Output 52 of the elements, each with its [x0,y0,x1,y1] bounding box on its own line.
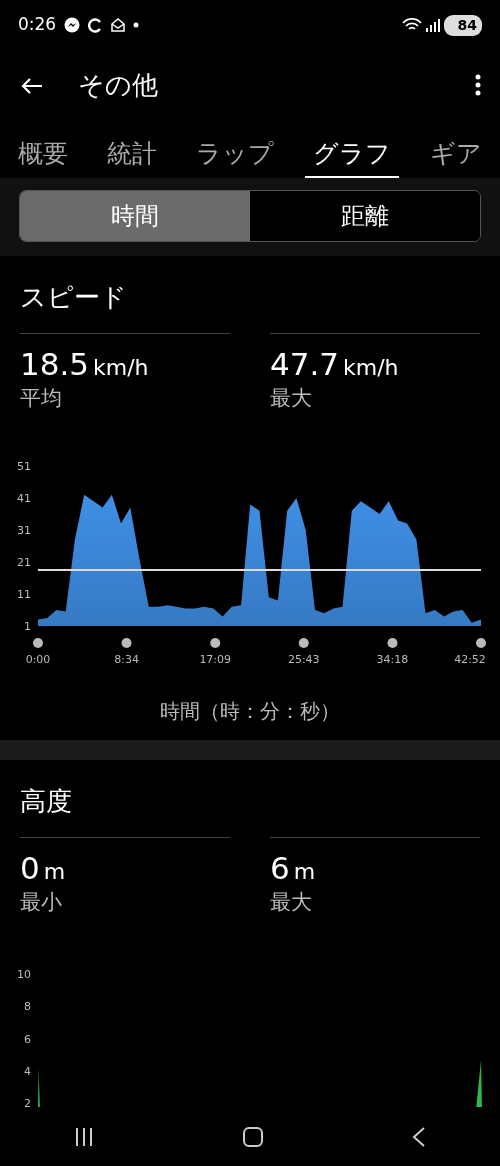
axis-label: 51 [17,459,31,473]
axis-label: 2 [24,1097,31,1111]
mail-icon [111,18,126,32]
back-icon[interactable] [411,1126,426,1147]
axis-label: 6 [24,1032,31,1046]
segment-button[interactable]: 時間 [20,191,250,241]
axis-dot [298,637,309,648]
axis-label: 10 [17,968,31,982]
axis-label: 11 [17,587,31,601]
axis-dot [121,637,132,648]
axis-label: 34:18 [376,652,409,666]
tab[interactable]: ギア [422,128,490,178]
axis-label: 1 [24,619,31,633]
dot-icon [133,22,140,28]
stat-value: 6 m [270,849,317,887]
stat-label: 最大 [270,385,313,413]
axis-dot [476,637,486,648]
back-icon[interactable] [20,75,44,96]
axis-label: 4 [24,1065,31,1079]
sync-icon [88,17,104,33]
home-icon[interactable] [243,1126,263,1147]
stat-label: 最大 [270,888,313,916]
axis-dot [210,637,221,648]
signal-icon [425,18,440,32]
axis-label: 42:52 [454,652,486,666]
axis-label: 8 [24,1000,31,1014]
axis-label: 25:43 [287,652,320,666]
axis-title: 時間（時：分：秒） [159,697,341,725]
stat-value: 47.7 km/h [270,346,400,384]
chat-icon [64,17,81,33]
stat-label: 最小 [20,888,63,916]
axis-label: 17:09 [199,652,232,666]
tab[interactable]: 統計 [99,128,165,178]
tab[interactable]: 概要 [10,128,76,178]
axis-dot [33,637,43,648]
axis-label: 41 [17,491,31,505]
stat-label: 平均 [20,385,63,413]
status-time: 0:26 [18,13,57,37]
screen-title: その他 [78,68,158,102]
tab[interactable]: ラップ [188,128,282,178]
recent-apps-icon[interactable] [74,1126,95,1147]
stat-value: 18.5 km/h [20,346,150,384]
section-title: スピード [19,281,128,314]
axis-label: 0:00 [25,652,51,666]
stat-value: 0 m [20,849,67,887]
axis-label: 8:34 [114,652,139,666]
section-title: 高度 [19,784,73,818]
more-options-icon[interactable] [474,73,482,97]
axis-label: 21 [17,555,31,569]
axis-label: 31 [17,523,31,537]
battery-indicator: 84 [443,14,482,36]
axis-dot [387,637,398,648]
